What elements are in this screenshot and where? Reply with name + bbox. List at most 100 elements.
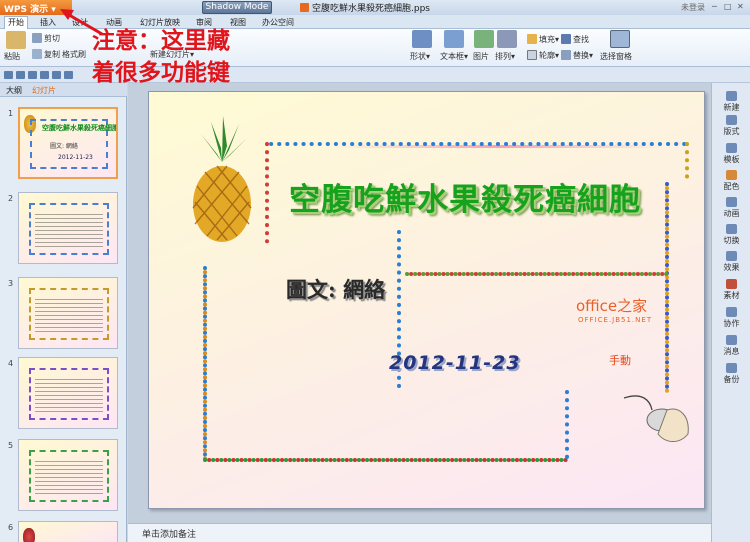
slide-thumbnail-6[interactable] bbox=[18, 521, 118, 542]
slide-subtitle[interactable]: 圖文: 網絡 bbox=[286, 274, 385, 304]
slide-title[interactable]: 空腹吃鮮水果殺死癌細胞 bbox=[289, 174, 641, 219]
redo-icon[interactable] bbox=[64, 71, 73, 79]
thumb-date: 2012-11-23 bbox=[58, 154, 93, 161]
slide-number: 1 bbox=[8, 109, 14, 118]
arrange-label: 排列 bbox=[495, 52, 511, 61]
login-status[interactable]: 未登录 bbox=[681, 2, 705, 13]
undo-icon[interactable] bbox=[52, 71, 61, 79]
notes-pane[interactable]: 单击添加备注 bbox=[128, 523, 711, 542]
thumbnail-text-lines bbox=[35, 458, 103, 496]
find-label: 查找 bbox=[573, 35, 589, 44]
copy-icon bbox=[32, 49, 42, 59]
sidebar-item-backup[interactable]: 备份 bbox=[712, 363, 750, 385]
paste-icon bbox=[6, 31, 26, 49]
slide-thumbnail-5[interactable] bbox=[18, 439, 118, 511]
tab-outline[interactable]: 大纲 bbox=[6, 85, 22, 96]
notes-placeholder: 单击添加备注 bbox=[142, 530, 197, 540]
open-icon[interactable] bbox=[16, 71, 25, 79]
shape-label: 形状 bbox=[410, 52, 426, 61]
sidebar-item-template[interactable]: 模板 bbox=[712, 143, 750, 165]
paste-button[interactable]: 粘贴 bbox=[4, 51, 20, 62]
backup-icon bbox=[726, 363, 737, 373]
slide-thumbnail-3[interactable] bbox=[18, 277, 118, 349]
maximize-icon[interactable]: □ bbox=[724, 2, 732, 11]
watermark-url: OFFICE.JB51.NET bbox=[578, 316, 653, 324]
thumb-subtitle: 圖文: 網絡 bbox=[50, 143, 78, 150]
fill-bucket-icon bbox=[527, 34, 537, 44]
sidebar-label: 模板 bbox=[723, 155, 740, 164]
minimize-icon[interactable]: ─ bbox=[712, 2, 717, 11]
watermark: office之家 OFFICE.JB51.NET bbox=[576, 295, 652, 324]
sidebar-label: 备份 bbox=[723, 375, 740, 384]
sidebar-item-collaborate[interactable]: 协作 bbox=[712, 307, 750, 329]
thumb-title: 空腹吃鮮水果殺死癌細胞 bbox=[42, 124, 118, 132]
slide-number: 4 bbox=[8, 359, 14, 368]
sidebar-label: 协作 bbox=[723, 319, 740, 328]
textbox-button[interactable]: 文本框▾ bbox=[440, 51, 468, 62]
format-painter-label: 格式刷 bbox=[62, 50, 86, 59]
tab-office-space[interactable]: 办公空间 bbox=[262, 17, 294, 28]
effects-icon bbox=[726, 251, 737, 261]
arrange-button[interactable]: 排列▾ bbox=[495, 51, 515, 62]
slide-number: 6 bbox=[8, 523, 14, 532]
right-task-sidebar: 新建 版式 模板 配色 动画 切换 效果 素材 协作 消息 备份 bbox=[711, 83, 750, 542]
title-bar: WPS 演示 ▾ Shadow Mode 空腹吃鮮水果殺死癌細胞.pps 未登录… bbox=[0, 0, 750, 15]
tab-view[interactable]: 视图 bbox=[230, 17, 246, 28]
save-icon[interactable] bbox=[28, 71, 37, 79]
shape-button[interactable]: 形状▾ bbox=[410, 51, 430, 62]
outline-label: 轮廓 bbox=[539, 51, 555, 60]
slide-date[interactable]: 2012-11-23 bbox=[389, 352, 521, 374]
textbox-label: 文本框 bbox=[440, 52, 464, 61]
annotation-line-2: 着很多功能键 bbox=[92, 59, 230, 86]
wps-menu-label: WPS 演示 bbox=[4, 5, 49, 15]
slide-thumbnail-4[interactable] bbox=[18, 357, 118, 429]
slide-advance-label[interactable]: 手動 bbox=[609, 352, 631, 368]
sidebar-label: 切换 bbox=[723, 236, 740, 245]
new-doc-icon[interactable] bbox=[4, 71, 13, 79]
picture-icon bbox=[474, 30, 494, 48]
close-icon[interactable]: ✕ bbox=[737, 2, 744, 11]
slide-thumbnail-2[interactable] bbox=[18, 192, 118, 264]
mouse-hand-image bbox=[623, 395, 689, 442]
tab-slides[interactable]: 幻灯片 bbox=[32, 85, 56, 96]
document-title-text: 空腹吃鮮水果殺死癌細胞.pps bbox=[312, 4, 430, 14]
annotation-text: 注意：这里藏 着很多功能键 bbox=[92, 25, 230, 89]
shape-icon bbox=[412, 30, 432, 48]
sidebar-label: 素材 bbox=[723, 291, 740, 300]
find-button[interactable]: 查找 bbox=[561, 34, 589, 45]
slide-thumbnail-1[interactable]: 空腹吃鮮水果殺死癌細胞 圖文: 網絡 2012-11-23 bbox=[18, 107, 118, 179]
outline-icon bbox=[527, 50, 537, 60]
sidebar-label: 消息 bbox=[723, 347, 740, 356]
replace-label: 替换 bbox=[573, 51, 589, 60]
watermark-brand: office之家 bbox=[576, 297, 648, 315]
copy-label: 复制 bbox=[44, 50, 60, 59]
new-icon bbox=[726, 91, 737, 101]
thumbnail-text-lines bbox=[35, 376, 103, 414]
sidebar-label: 动画 bbox=[723, 209, 740, 218]
tab-home[interactable]: 开始 bbox=[4, 16, 28, 29]
annotation-line-1: 注意：这里藏 bbox=[92, 27, 230, 54]
thumbnail-text-lines bbox=[35, 296, 103, 334]
animation-icon bbox=[726, 197, 737, 207]
format-painter-button[interactable]: 格式刷 bbox=[62, 49, 86, 60]
thumbnail-image-icon bbox=[23, 528, 35, 542]
sidebar-item-animation[interactable]: 动画 bbox=[712, 197, 750, 219]
sidebar-label: 效果 bbox=[723, 263, 740, 272]
sidebar-item-messages[interactable]: 消息 bbox=[712, 335, 750, 357]
copy-button[interactable]: 复制 bbox=[32, 49, 60, 60]
sidebar-item-materials[interactable]: 素材 bbox=[712, 279, 750, 301]
print-icon[interactable] bbox=[40, 71, 49, 79]
picture-button[interactable]: 图片 bbox=[473, 51, 489, 62]
selection-pane-button[interactable]: 选择窗格 bbox=[600, 51, 632, 62]
sidebar-item-transition[interactable]: 切换 bbox=[712, 224, 750, 246]
replace-button[interactable]: 替换▾ bbox=[561, 50, 593, 61]
layout-icon bbox=[726, 115, 737, 125]
sidebar-item-effects[interactable]: 效果 bbox=[712, 251, 750, 273]
outline-button[interactable]: 轮廓▾ bbox=[527, 50, 559, 61]
sidebar-item-layout[interactable]: 版式 bbox=[712, 115, 750, 137]
shadow-mode-button[interactable]: Shadow Mode bbox=[202, 1, 272, 14]
sidebar-item-color-scheme[interactable]: 配色 bbox=[712, 170, 750, 192]
fill-button[interactable]: 填充▾ bbox=[527, 34, 559, 45]
presentation-file-icon bbox=[300, 3, 309, 12]
sidebar-item-new[interactable]: 新建 bbox=[712, 91, 750, 113]
